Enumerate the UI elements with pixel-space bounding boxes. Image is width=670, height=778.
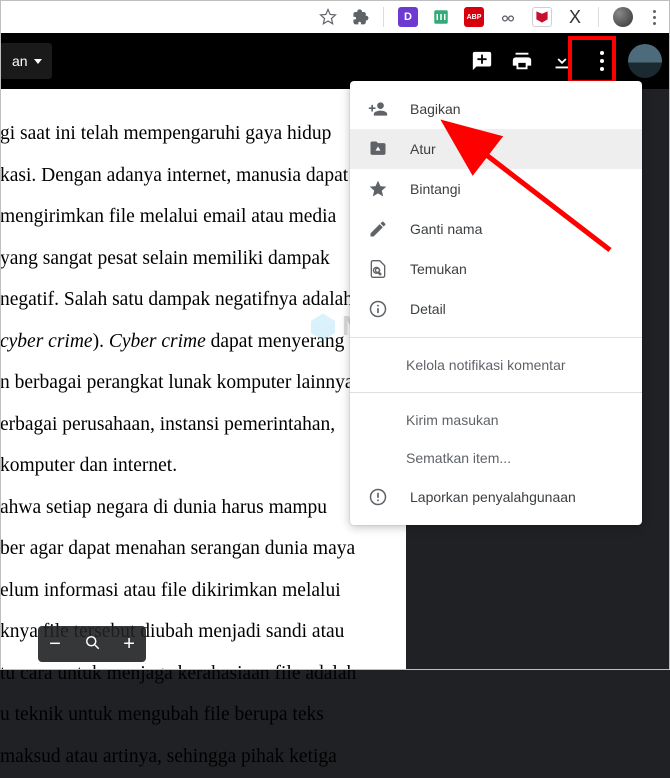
menu-label: Laporkan penyalahgunaan xyxy=(410,489,576,505)
bookmark-star-icon[interactable] xyxy=(319,8,337,26)
pencil-icon xyxy=(368,219,388,239)
more-options-menu: Bagikan Atur Bintangi Ganti nama Temukan… xyxy=(350,81,642,525)
person-add-icon xyxy=(368,99,388,119)
toolbar-divider xyxy=(598,7,599,27)
menu-label: Kirim masukan xyxy=(406,412,499,428)
menu-label: Temukan xyxy=(410,261,467,277)
menu-label: Ganti nama xyxy=(410,221,482,237)
menu-label: Bintangi xyxy=(410,181,461,197)
chrome-menu-icon[interactable] xyxy=(647,10,662,25)
menu-item-organize[interactable]: Atur xyxy=(350,129,642,169)
open-with-dropdown[interactable]: an xyxy=(0,43,52,79)
download-button[interactable] xyxy=(542,41,582,81)
extension-idm-icon[interactable] xyxy=(432,8,450,26)
document-page: gi saat ini telah mempengaruhi gaya hidu… xyxy=(0,89,406,670)
open-with-label: an xyxy=(12,53,28,69)
menu-item-find[interactable]: Temukan xyxy=(350,249,642,289)
menu-item-feedback[interactable]: Kirim masukan xyxy=(350,401,642,439)
print-button[interactable] xyxy=(502,41,542,81)
account-avatar[interactable] xyxy=(628,44,662,78)
add-comment-button[interactable] xyxy=(462,41,502,81)
menu-item-star[interactable]: Bintangi xyxy=(350,169,642,209)
menu-label: Atur xyxy=(410,141,436,157)
zoom-control: − + xyxy=(38,626,146,662)
info-icon xyxy=(368,299,388,319)
menu-item-rename[interactable]: Ganti nama xyxy=(350,209,642,249)
caret-down-icon xyxy=(34,59,42,64)
zoom-reset-button[interactable] xyxy=(83,633,101,656)
report-icon xyxy=(368,487,388,507)
menu-label: Bagikan xyxy=(410,101,461,117)
menu-item-report[interactable]: Laporkan penyalahgunaan xyxy=(350,477,642,517)
menu-item-share[interactable]: Bagikan xyxy=(350,89,642,129)
menu-separator xyxy=(350,337,642,338)
vertical-dots-icon xyxy=(600,51,604,71)
menu-label: Sematkan item... xyxy=(406,450,511,466)
find-in-page-icon xyxy=(368,259,388,279)
extension-abp-icon[interactable]: ABP xyxy=(464,7,484,27)
menu-label: Detail xyxy=(410,301,446,317)
menu-label: Kelola notifikasi komentar xyxy=(406,357,566,373)
extension-d-icon[interactable]: D xyxy=(398,7,418,27)
drive-folder-icon xyxy=(368,139,388,159)
extension-mcafee-icon[interactable] xyxy=(532,7,552,27)
more-options-button[interactable] xyxy=(582,41,622,81)
extensions-puzzle-icon[interactable] xyxy=(351,8,369,26)
toolbar-divider xyxy=(383,7,384,27)
menu-item-details[interactable]: Detail xyxy=(350,289,642,329)
menu-separator xyxy=(350,392,642,393)
menu-item-embed[interactable]: Sematkan item... xyxy=(350,439,642,477)
extension-x-icon[interactable]: X xyxy=(566,8,584,26)
menu-item-notifications[interactable]: Kelola notifikasi komentar xyxy=(350,346,642,384)
document-paragraph: gi saat ini telah mempengaruhi gaya hidu… xyxy=(0,113,372,778)
profile-avatar[interactable] xyxy=(613,7,633,27)
star-icon xyxy=(368,179,388,199)
extension-incognito-icon[interactable] xyxy=(498,8,518,26)
zoom-out-button[interactable]: − xyxy=(49,634,61,654)
zoom-in-button[interactable]: + xyxy=(123,634,135,654)
browser-toolbar: D ABP X xyxy=(0,0,670,33)
